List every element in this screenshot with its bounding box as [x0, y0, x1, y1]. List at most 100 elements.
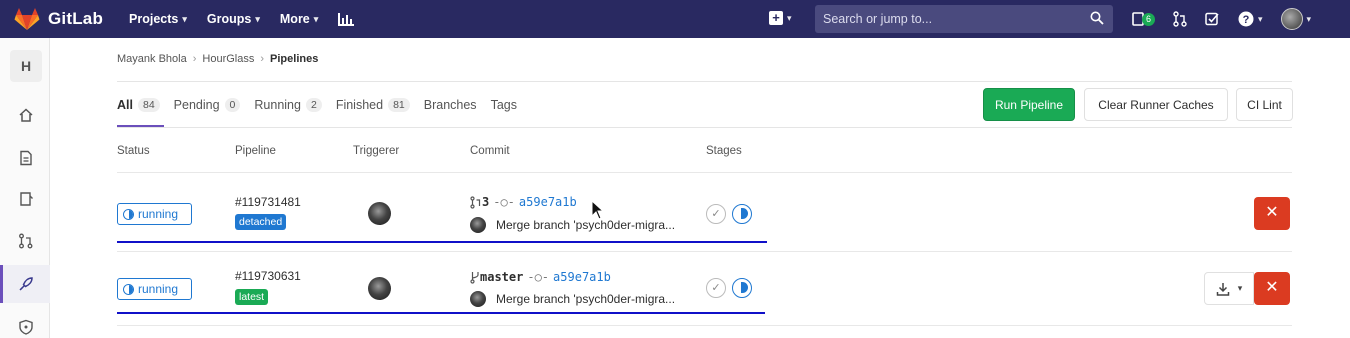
triggerer-avatar[interactable] — [368, 277, 391, 300]
gitlab-logo[interactable]: GitLab — [14, 7, 103, 31]
project-sidebar: H — [0, 38, 50, 338]
stage-running-icon[interactable] — [732, 204, 752, 224]
chevron-down-icon: ▾ — [313, 13, 319, 24]
run-pipeline-button[interactable]: Run Pipeline — [983, 88, 1075, 121]
tab-running-label: Running — [254, 97, 301, 112]
clear-runner-caches-button[interactable]: Clear Runner Caches — [1084, 88, 1228, 121]
commit-author-avatar[interactable] — [470, 291, 486, 307]
nav-groups[interactable]: Groups ▾ — [207, 12, 260, 26]
tab-finished[interactable]: Finished 81 — [336, 82, 410, 127]
todos-link[interactable] — [1205, 12, 1220, 27]
top-right-icons: 6 ? ▾ ▾ — [1132, 8, 1329, 30]
chevron-down-icon: ▾ — [255, 13, 260, 24]
plus-icon: + — [769, 11, 783, 25]
status-badge[interactable]: running — [117, 278, 192, 300]
project-avatar[interactable]: H — [10, 50, 42, 82]
search-input[interactable] — [823, 12, 1083, 26]
tab-all-label: All — [117, 97, 133, 112]
issues-todo[interactable]: 6 — [1132, 11, 1156, 27]
commit-ref: 3 -○- a59e7a1b — [470, 195, 577, 209]
commit-title-link[interactable]: Merge branch 'psych0der-migra... — [496, 292, 675, 306]
tab-running[interactable]: Running 2 — [254, 82, 322, 127]
activity-chart-icon[interactable] — [338, 12, 355, 26]
triggerer-avatar[interactable] — [368, 202, 391, 225]
pipeline-id-link[interactable]: #119731481 — [235, 195, 301, 209]
merge-request-icon[interactable] — [18, 233, 34, 249]
nav-projects[interactable]: Projects ▾ — [129, 12, 187, 26]
header-stages: Stages — [706, 145, 742, 157]
rocket-icon[interactable] — [18, 276, 34, 292]
tab-finished-label: Finished — [335, 97, 384, 112]
nav-projects-label: Projects — [129, 12, 179, 26]
commit-author-avatar[interactable] — [470, 217, 486, 233]
chevron-down-icon: ▾ — [787, 12, 792, 23]
tab-branches[interactable]: Branches — [424, 82, 477, 127]
status-label: running — [138, 207, 179, 221]
tab-pending-count: 0 — [224, 97, 241, 112]
status-label: running — [138, 282, 179, 296]
annotation-underline — [117, 241, 767, 243]
annotation-underline — [117, 312, 765, 314]
nav-more-label: More — [279, 12, 310, 26]
top-navbar: GitLab Projects▾ Groups▾ More▾ + ▾ 6 ? ▾ — [0, 0, 1350, 38]
issues-icon[interactable] — [18, 191, 34, 207]
repository-icon[interactable] — [18, 150, 34, 166]
nav-more[interactable]: More ▾ — [280, 12, 318, 26]
svg-text:?: ? — [1243, 14, 1250, 26]
row-divider — [117, 172, 1292, 173]
todo-count-badge: 6 — [1142, 12, 1156, 26]
commit-sha-link[interactable]: a59e7a1b — [519, 195, 577, 209]
header-pipeline: Pipeline — [235, 145, 276, 157]
chevron-down-icon: ▾ — [1306, 13, 1312, 24]
breadcrumb-separator: › — [260, 53, 265, 65]
ci-lint-button[interactable]: CI Lint — [1236, 88, 1293, 121]
help-dropdown[interactable]: ? ▾ — [1238, 11, 1263, 27]
breadcrumb-user[interactable]: Mayank Bhola — [117, 53, 187, 65]
tab-branches-label: Branches — [423, 97, 477, 112]
row-divider — [117, 325, 1292, 326]
commit-message: Merge branch 'psych0der-migra... — [470, 217, 675, 233]
breadcrumb-separator: › — [192, 53, 197, 65]
header-commit: Commit — [470, 145, 510, 157]
commit-icon: -○- — [493, 195, 515, 209]
tab-tags-label: Tags — [490, 97, 517, 112]
user-menu[interactable]: ▾ — [1280, 8, 1312, 30]
commit-ref: master -○- a59e7a1b — [470, 270, 611, 284]
breadcrumb-current[interactable]: Pipelines — [270, 53, 318, 65]
user-avatar — [1280, 8, 1303, 30]
merge-requests-link[interactable] — [1173, 11, 1187, 27]
home-icon[interactable] — [18, 107, 34, 123]
merge-request-icon — [470, 195, 481, 209]
ref-name-link[interactable]: master — [480, 270, 523, 284]
status-badge[interactable]: running — [117, 203, 192, 225]
tab-all-count: 84 — [137, 97, 160, 112]
artifacts-download-dropdown[interactable]: ▾ — [1204, 272, 1254, 305]
tab-pending[interactable]: Pending 0 — [174, 82, 241, 127]
breadcrumb-project[interactable]: HourGlass — [202, 53, 254, 65]
stage-passed-icon[interactable]: ✓ — [706, 278, 726, 298]
search-box — [815, 5, 1113, 33]
branch-icon — [470, 271, 479, 284]
stage-passed-icon[interactable]: ✓ — [706, 204, 726, 224]
cancel-pipeline-button[interactable]: ✕ — [1254, 272, 1290, 305]
running-status-icon — [123, 208, 134, 220]
commit-title-link[interactable]: Merge branch 'psych0der-migra... — [496, 218, 675, 232]
tab-tags[interactable]: Tags — [491, 82, 517, 127]
cancel-pipeline-button[interactable]: ✕ — [1254, 197, 1290, 230]
main-nav: Projects ▾ Groups ▾ More ▾ — [129, 12, 374, 26]
commit-icon: -○- — [527, 270, 550, 284]
chevron-down-icon: ▾ — [1258, 13, 1263, 24]
pipeline-id-link[interactable]: #119730631 — [235, 269, 301, 283]
pipeline-label-badge: latest — [235, 289, 269, 305]
tab-all[interactable]: All 84 — [117, 82, 164, 127]
new-item-dropdown[interactable]: + ▾ — [769, 11, 792, 25]
search-icon[interactable] — [1090, 11, 1104, 25]
merge-request-icon — [1173, 11, 1187, 27]
checkbox-icon — [1205, 12, 1219, 25]
shield-icon[interactable] — [18, 319, 34, 335]
stage-running-icon[interactable] — [732, 278, 752, 298]
ref-name-link[interactable]: 3 — [482, 195, 489, 209]
commit-sha-link[interactable]: a59e7a1b — [553, 270, 611, 284]
commit-message: Merge branch 'psych0der-migra... — [470, 291, 675, 307]
tab-running-count: 2 — [305, 97, 322, 112]
